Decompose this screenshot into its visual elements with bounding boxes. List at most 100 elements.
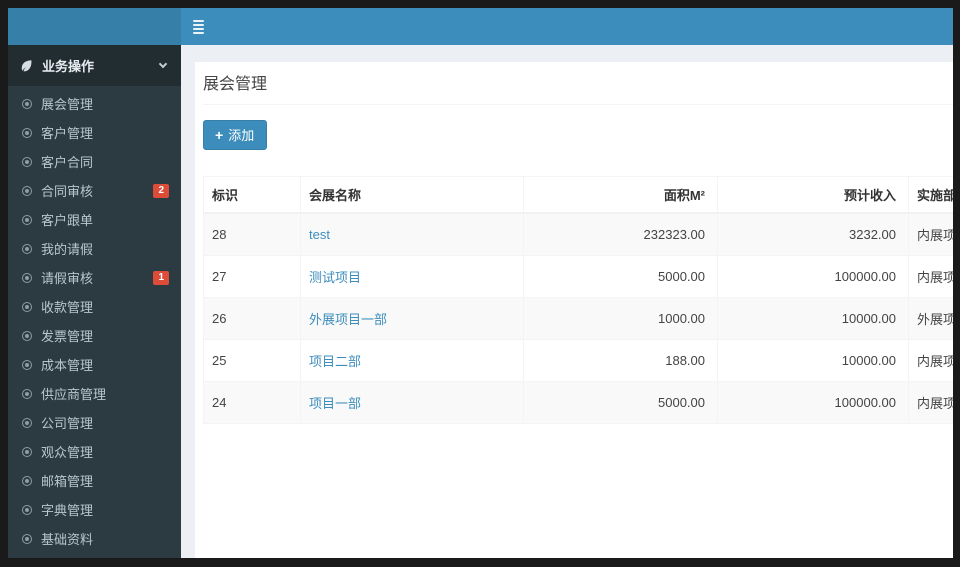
sidebar-item[interactable]: 展会管理 <box>8 89 181 118</box>
cell-id: 26 <box>203 297 301 340</box>
dot-circle-icon <box>22 504 32 515</box>
cell-department: 外展项目 <box>908 297 953 340</box>
sidebar-item[interactable]: 供应商管理 <box>8 379 181 408</box>
sidebar-item-label: 客户合同 <box>41 155 94 170</box>
sidebar-item[interactable]: 观众管理 <box>8 437 181 466</box>
notification-badge: 2 <box>153 183 169 198</box>
dot-circle-icon <box>22 98 32 109</box>
plus-icon: + <box>215 126 224 143</box>
cell-area: 5000.00 <box>523 255 718 298</box>
sidebar-item[interactable]: 公司管理 <box>8 408 181 437</box>
chevron-down-icon <box>158 59 168 69</box>
dot-circle-icon <box>22 475 32 486</box>
notification-badge: 1 <box>153 270 169 285</box>
cell-area: 1000.00 <box>523 297 718 340</box>
sidebar-item[interactable]: 发票管理 <box>8 321 181 350</box>
sidebar-toggle-button[interactable] <box>181 8 216 45</box>
dot-circle-icon <box>22 214 32 225</box>
dot-circle-icon <box>22 127 32 138</box>
sidebar-item-label: 展会管理 <box>41 97 94 112</box>
sidebar-item-label: 请假审核 <box>41 271 94 286</box>
sidebar-item-label: 收款管理 <box>41 300 94 315</box>
cell-income: 10000.00 <box>717 297 909 340</box>
cell-name: 项目一部 <box>300 381 524 424</box>
sidebar-item[interactable]: 客户跟单 <box>8 205 181 234</box>
cell-name: 测试项目 <box>300 255 524 298</box>
sidebar-item[interactable]: 客户管理 <box>8 118 181 147</box>
menu-icon <box>193 19 204 34</box>
leaf-icon <box>21 60 32 72</box>
sidebar-item-label: 成本管理 <box>41 358 94 373</box>
screenshot-frame: 业务操作 展会管理 客户管理 客户合同 合同审核 2 客户跟单 我的请假 请假审… <box>0 0 960 567</box>
exhibition-name-link[interactable]: test <box>309 227 330 242</box>
exhibition-name-link[interactable]: 测试项目 <box>309 270 361 285</box>
table-row: 28 test 232323.00 3232.00 内展项目 <box>203 212 953 256</box>
sidebar-item[interactable]: 请假审核 1 <box>8 263 181 292</box>
column-header: 预计收入 <box>717 176 909 214</box>
page-title: 展会管理 <box>203 76 268 93</box>
table-row: 25 项目二部 188.00 10000.00 内展项目 <box>203 339 953 382</box>
sidebar-item[interactable]: 基础资料 <box>8 524 181 553</box>
add-button[interactable]: + 添加 <box>203 120 268 150</box>
cell-department: 内展项目 <box>908 212 953 256</box>
sidebar-section-header[interactable]: 业务操作 <box>8 45 181 86</box>
table-row: 24 项目一部 5000.00 100000.00 内展项目 <box>203 381 953 424</box>
table-row: 26 外展项目一部 1000.00 10000.00 外展项目 <box>203 297 953 340</box>
top-header-bar <box>8 8 953 45</box>
exhibition-name-link[interactable]: 项目一部 <box>309 396 361 411</box>
cell-department: 内展项目 <box>908 255 953 298</box>
admin-app-window: 业务操作 展会管理 客户管理 客户合同 合同审核 2 客户跟单 我的请假 请假审… <box>8 8 953 558</box>
cell-id: 28 <box>203 212 301 256</box>
cell-area: 188.00 <box>523 339 718 382</box>
cell-name: 项目二部 <box>300 339 524 382</box>
sidebar-item[interactable]: 合同审核 2 <box>8 176 181 205</box>
sidebar-item-label: 公司管理 <box>41 416 94 431</box>
cell-income: 3232.00 <box>717 212 909 256</box>
sidebar-item[interactable]: 客户合同 <box>8 147 181 176</box>
table-row: 27 测试项目 5000.00 100000.00 内展项目 <box>203 255 953 298</box>
dot-circle-icon <box>22 533 32 544</box>
cell-name: test <box>300 212 524 256</box>
cell-area: 5000.00 <box>523 381 718 424</box>
dot-circle-icon <box>22 330 32 341</box>
sidebar-item[interactable]: 字典管理 <box>8 495 181 524</box>
sidebar-item-label: 邮箱管理 <box>41 474 94 489</box>
sidebar-item[interactable]: 成本管理 <box>8 350 181 379</box>
cell-department: 内展项目 <box>908 339 953 382</box>
exhibition-table: 标识 会展名称 面积M² 预计收入 实施部门 28 test 232323.00… <box>203 176 953 424</box>
sidebar-item-label: 我的请假 <box>41 242 94 257</box>
sidebar-item[interactable]: 收款管理 <box>8 292 181 321</box>
sidebar-item-label: 客户管理 <box>41 126 94 141</box>
column-header: 会展名称 <box>300 176 524 214</box>
add-button-label: 添加 <box>228 128 255 143</box>
cell-income: 10000.00 <box>717 339 909 382</box>
cell-department: 内展项目 <box>908 381 953 424</box>
dot-circle-icon <box>22 185 32 196</box>
cell-income: 100000.00 <box>717 255 909 298</box>
dot-circle-icon <box>22 272 32 283</box>
content-wrapper: 展会管理 + 添加 标识 会展名称 面积M² 预计收入 实施部门 28 test… <box>181 45 953 558</box>
content-box: 展会管理 + 添加 标识 会展名称 面积M² 预计收入 实施部门 28 test… <box>195 62 953 558</box>
sidebar-menu: 业务操作 展会管理 客户管理 客户合同 合同审核 2 客户跟单 我的请假 请假审… <box>8 45 181 558</box>
dot-circle-icon <box>22 359 32 370</box>
sidebar-item[interactable]: 邮箱管理 <box>8 466 181 495</box>
dot-circle-icon <box>22 156 32 167</box>
cell-id: 25 <box>203 339 301 382</box>
sidebar-item-label: 观众管理 <box>41 445 94 460</box>
cell-name: 外展项目一部 <box>300 297 524 340</box>
sidebar-item-label: 客户跟单 <box>41 213 94 228</box>
sidebar-item-label: 合同审核 <box>41 184 94 199</box>
column-header: 标识 <box>203 176 301 214</box>
exhibition-name-link[interactable]: 项目二部 <box>309 354 361 369</box>
sidebar-item[interactable]: 我的请假 <box>8 234 181 263</box>
sidebar-item-label: 基础资料 <box>41 532 94 547</box>
cell-id: 24 <box>203 381 301 424</box>
sidebar-item-label: 发票管理 <box>41 329 94 344</box>
sidebar-item-label: 字典管理 <box>41 503 94 518</box>
cell-id: 27 <box>203 255 301 298</box>
sidebar-section-label: 业务操作 <box>42 59 95 74</box>
treeview-submenu: 展会管理 客户管理 客户合同 合同审核 2 客户跟单 我的请假 请假审核 1 收… <box>8 86 181 558</box>
exhibition-table-header-row: 标识 会展名称 面积M² 预计收入 实施部门 <box>203 176 953 214</box>
logo-area[interactable] <box>8 8 181 45</box>
exhibition-name-link[interactable]: 外展项目一部 <box>309 312 387 327</box>
